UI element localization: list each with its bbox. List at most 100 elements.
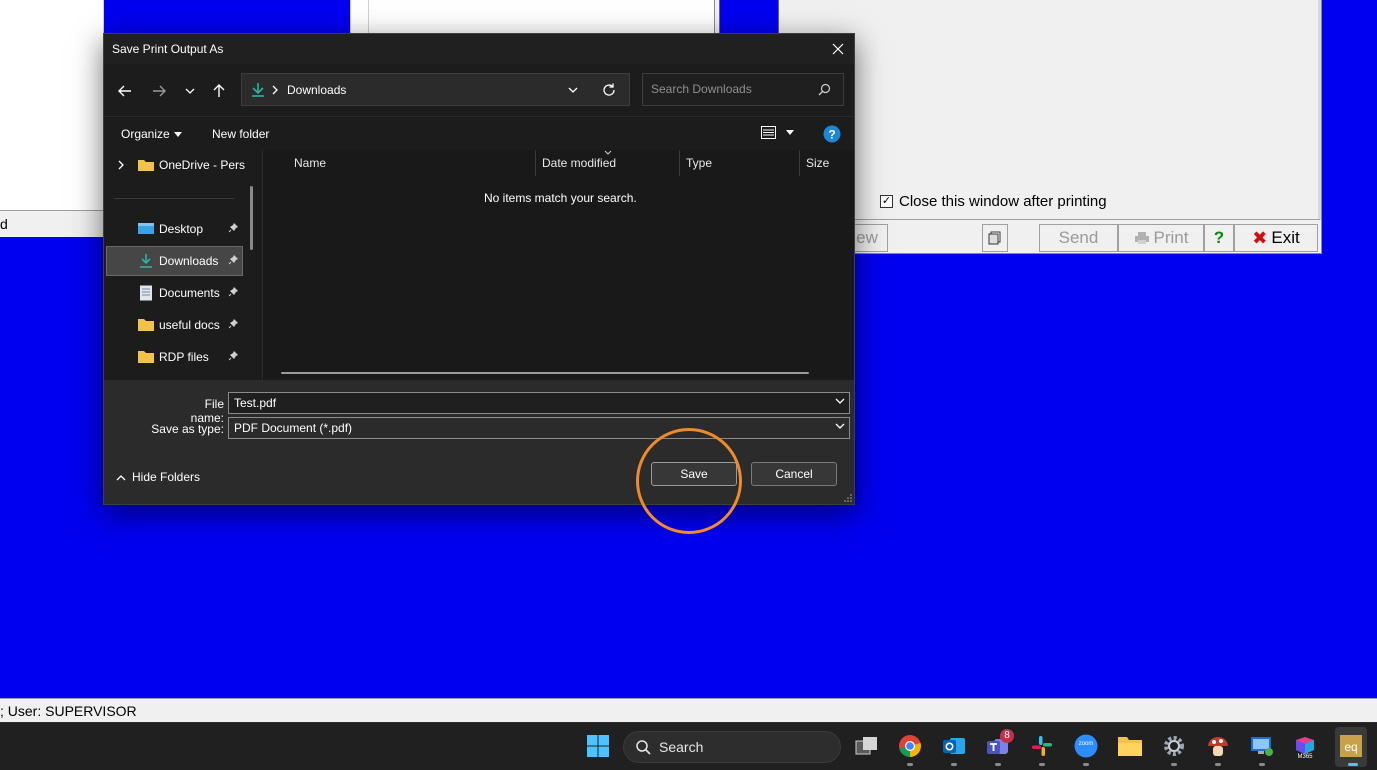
close-button[interactable] (822, 34, 854, 64)
start-button[interactable] (585, 733, 611, 759)
help-button[interactable]: ? (1204, 224, 1234, 252)
nav-item-useful-docs[interactable]: useful docs (106, 310, 243, 340)
nav-pane-scrollbar[interactable] (250, 186, 253, 250)
svg-text:eq: eq (1344, 740, 1357, 754)
up-button[interactable] (206, 78, 232, 104)
task-view-button[interactable] (854, 733, 880, 759)
nav-item-label: Documents (159, 286, 220, 300)
help-icon: ? (823, 125, 841, 143)
pin-icon (228, 223, 238, 233)
address-bar[interactable]: Downloads (241, 73, 630, 106)
window-border (1318, 0, 1321, 220)
save-as-type-value[interactable]: PDF Document (*.pdf) (234, 421, 352, 435)
chevron-down-icon[interactable] (835, 397, 845, 405)
back-button[interactable] (112, 78, 138, 104)
eq-app-button[interactable]: eq (1338, 733, 1364, 759)
gear-icon (1164, 736, 1184, 756)
horizontal-scrollbar[interactable] (281, 372, 809, 374)
save-as-type-label: Save as type: (151, 422, 224, 436)
print-button[interactable]: Print (1118, 224, 1204, 252)
search-box[interactable] (642, 73, 844, 106)
column-divider[interactable] (679, 150, 680, 176)
nav-item-documents[interactable]: Documents (106, 278, 243, 308)
nav-item-desktop[interactable]: Desktop (106, 214, 243, 244)
running-indicator (1215, 763, 1221, 766)
taskbar-search[interactable]: Search (623, 731, 841, 763)
address-location[interactable]: Downloads (287, 83, 346, 97)
remote-desktop-button[interactable] (1249, 733, 1275, 759)
copy-icon (988, 231, 1001, 245)
new-folder-button[interactable]: New folder (212, 127, 269, 141)
zoom-button[interactable]: zoom (1073, 733, 1099, 759)
cancel-button[interactable]: Cancel (751, 462, 837, 486)
save-button-label: Save (680, 467, 708, 481)
m365-button[interactable]: M365 (1292, 733, 1318, 760)
help-button[interactable]: ? (823, 125, 841, 143)
recent-locations-button[interactable] (177, 78, 203, 104)
teams-button[interactable]: 8 (985, 729, 1014, 759)
save-as-type-select[interactable]: PDF Document (*.pdf) (228, 417, 850, 439)
checkbox-box[interactable]: ✓ (880, 195, 893, 208)
caret-down-icon (786, 130, 794, 135)
resize-grip-icon[interactable] (844, 494, 852, 502)
remote-desktop-icon (1251, 737, 1273, 756)
hide-folders-button[interactable]: Hide Folders (116, 470, 200, 484)
expand-chevron-icon[interactable] (118, 160, 124, 170)
dialog-title-bar[interactable]: Save Print Output As (104, 34, 854, 64)
m365-icon (1296, 737, 1314, 754)
file-list-pane: Name Date modified Type Size No items ma… (262, 150, 854, 380)
exit-button-label: Exit (1271, 228, 1300, 247)
view-options-button[interactable] (761, 126, 794, 139)
column-header-type[interactable]: Type (686, 156, 712, 170)
m365-label: M365 (1297, 754, 1313, 760)
exit-button[interactable]: ✖ Exit (1234, 224, 1318, 252)
copy-button[interactable] (982, 224, 1008, 252)
search-icon[interactable] (818, 83, 831, 96)
close-after-printing-checkbox[interactable]: ✓ Close this window after printing (880, 193, 1107, 210)
column-header-date-modified[interactable]: Date modified (542, 156, 616, 170)
column-header-name[interactable]: Name (294, 156, 326, 170)
file-name-field[interactable]: Test.pdf (228, 392, 850, 414)
running-indicator (1083, 763, 1089, 766)
address-dropdown-icon[interactable] (568, 86, 578, 94)
chrome-button[interactable] (897, 733, 923, 759)
organize-button[interactable]: Organize (121, 127, 182, 141)
divider (0, 210, 104, 211)
active-indicator (1348, 763, 1358, 766)
chevron-down-icon[interactable] (835, 422, 845, 430)
new-folder-label: New folder (212, 127, 270, 141)
chrome-icon (899, 735, 921, 757)
search-input[interactable] (651, 82, 811, 96)
outlook-button[interactable] (941, 733, 967, 759)
eq-app-icon: eq (1340, 735, 1362, 757)
forward-button[interactable] (146, 78, 172, 104)
nav-item-label: OneDrive - Personal (159, 158, 245, 172)
file-explorer-button[interactable] (1117, 733, 1143, 759)
nav-item-rdp-files[interactable]: RDP files (106, 342, 243, 372)
exit-x-icon: ✖ (1252, 227, 1268, 248)
column-header-size[interactable]: Size (806, 156, 829, 170)
slack-icon (1032, 736, 1052, 756)
refresh-icon[interactable] (602, 83, 616, 97)
send-button[interactable]: Send (1039, 224, 1118, 252)
running-indicator (951, 763, 957, 766)
column-divider[interactable] (535, 150, 536, 176)
file-name-value[interactable]: Test.pdf (234, 396, 276, 410)
empty-list-message: No items match your search. (484, 191, 637, 205)
printer-icon (1134, 232, 1149, 244)
save-button[interactable]: Save (651, 462, 737, 486)
arrow-right-icon (153, 85, 166, 97)
divider (368, 0, 369, 34)
arrow-left-icon (118, 85, 131, 97)
nav-item-label: useful docs (159, 318, 220, 332)
folder-icon (138, 319, 154, 331)
nav-item-onedrive[interactable]: OneDrive - Personal (106, 150, 245, 180)
app-character-button[interactable] (1205, 733, 1231, 759)
settings-button[interactable] (1161, 733, 1187, 759)
nav-item-downloads[interactable]: Downloads (106, 246, 243, 276)
running-indicator (907, 763, 913, 766)
pin-icon (228, 255, 238, 265)
column-divider[interactable] (799, 150, 800, 176)
slack-button[interactable] (1029, 733, 1055, 759)
organize-label: Organize (121, 127, 170, 141)
